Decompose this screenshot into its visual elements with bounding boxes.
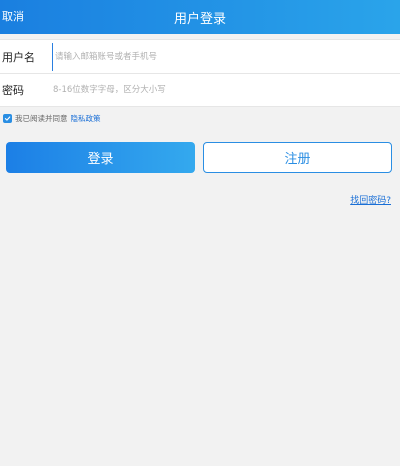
username-row: 用户名: [0, 40, 400, 73]
page-title: 用户登录: [173, 11, 226, 27]
check-icon: [4, 115, 11, 121]
action-buttons: 登录 注册: [0, 142, 400, 173]
password-label: 密码: [2, 84, 24, 97]
agree-checkbox[interactable]: [3, 113, 12, 123]
username-label: 用户名: [2, 50, 35, 64]
password-input[interactable]: [52, 76, 400, 104]
login-form: 用户名 密码: [0, 39, 400, 107]
username-input[interactable]: [52, 42, 400, 71]
agreement-text: 我已阅读并同意: [15, 113, 68, 123]
password-row: 密码: [0, 73, 400, 106]
login-button[interactable]: 登录: [6, 142, 195, 173]
forgot-password-link[interactable]: 找回密码?: [350, 193, 391, 206]
privacy-policy-link[interactable]: 隐私政策: [71, 113, 101, 124]
register-button[interactable]: 注册: [203, 142, 392, 173]
cancel-button[interactable]: 取消: [2, 0, 24, 34]
agreement-row: 我已阅读并同意 隐私政策: [0, 107, 400, 129]
top-bar: 取消 用户登录: [0, 0, 400, 34]
